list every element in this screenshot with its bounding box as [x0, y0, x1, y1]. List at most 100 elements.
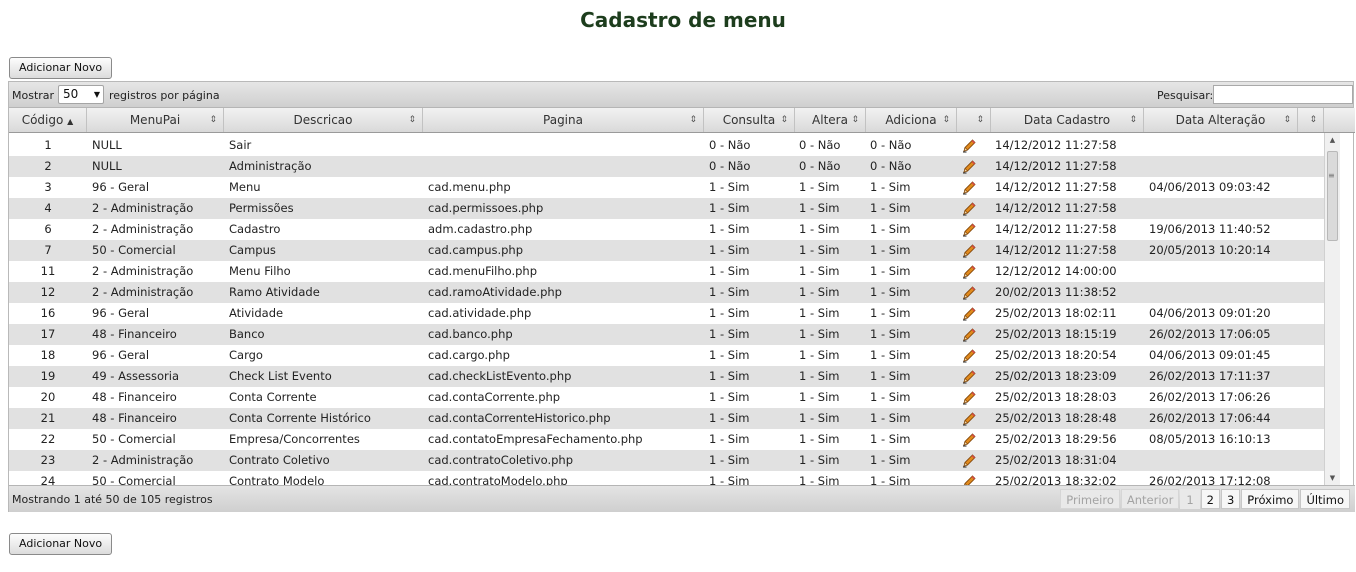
table-row[interactable]: 1 NULL Sair 0 - Não 0 - Não 0 - Não 14/12/2012…: [9, 135, 1324, 156]
pager-page-3[interactable]: 3: [1220, 489, 1241, 509]
table-row[interactable]: 2 NULL Administração 0 - Não 0 - Não 0 - Não 1…: [9, 156, 1324, 177]
pencil-icon[interactable]: [961, 411, 977, 427]
cell-data-cadastro: 25/02/2013 18:20:54: [995, 348, 1117, 362]
grip-icon: ≡: [1328, 171, 1335, 180]
cell-data-alteracao: 26/02/2013 17:11:37: [1149, 369, 1271, 383]
scrollbar-thumb[interactable]: [1327, 151, 1338, 241]
pencil-icon[interactable]: [961, 327, 977, 343]
col-header-label: Data Cadastro: [1023, 113, 1111, 127]
add-new-button-bottom[interactable]: Adicionar Novo: [9, 533, 113, 555]
table-row[interactable]: 7 50 - Comercial Campus cad.campus.php 1 - S…: [9, 240, 1324, 261]
sort-arrows-icon: ⇕: [209, 115, 217, 125]
table-row[interactable]: 12 2 - Administração Ramo Atividade cad.ram…: [9, 282, 1324, 303]
table-row[interactable]: 22 50 - Comercial Empresa/Concorrentes cad.…: [9, 429, 1324, 450]
cell-altera: 1 - Sim: [799, 285, 840, 299]
datatable-wrapper: Mostrar 50 ▼ registros por página Pesqui…: [8, 81, 1355, 512]
cell-data-cadastro: 14/12/2012 11:27:58: [995, 138, 1117, 152]
pencil-icon[interactable]: [961, 180, 977, 196]
col-header-menupai[interactable]: MenuPai ⇕: [87, 108, 224, 132]
pager-first[interactable]: Primeiro: [1060, 489, 1120, 509]
table-row[interactable]: 6 2 - Administração Cadastro adm.cadastro.p…: [9, 219, 1324, 240]
pencil-icon[interactable]: [961, 390, 977, 406]
pencil-icon[interactable]: [961, 453, 977, 469]
pencil-icon[interactable]: [961, 306, 977, 322]
cell-pagina: cad.ramoAtividade.php: [428, 285, 562, 299]
search-label: Pesquisar:: [1157, 89, 1214, 102]
pencil-icon[interactable]: [961, 222, 977, 238]
col-header-altera[interactable]: Altera ⇕: [795, 108, 866, 132]
table-row[interactable]: 11 2 - Administração Menu Filho cad.menuFil…: [9, 261, 1324, 282]
cell-descricao: Empresa/Concorrentes: [229, 432, 360, 446]
sort-arrows-icon: ⇕: [408, 115, 416, 125]
search-input[interactable]: [1213, 85, 1353, 104]
pencil-icon[interactable]: [961, 432, 977, 448]
table-row[interactable]: 3 96 - Geral Menu cad.menu.php 1 - Sim 1 - Si…: [9, 177, 1324, 198]
pager-page-2[interactable]: 2: [1200, 489, 1220, 509]
cell-pagina: adm.cadastro.php: [428, 222, 533, 236]
cell-data-cadastro: 12/12/2012 14:00:00: [995, 264, 1117, 278]
table-row[interactable]: 21 48 - Financeiro Conta Corrente Históric…: [9, 408, 1324, 429]
cell-pagina: cad.atividade.php: [428, 306, 532, 320]
cell-data-alteracao: 04/06/2013 09:01:45: [1149, 348, 1271, 362]
cell-altera: 0 - Não: [799, 138, 841, 152]
add-new-button-top[interactable]: Adicionar Novo: [9, 57, 113, 79]
cell-adiciona: 1 - Sim: [870, 474, 911, 485]
cell-codigo: 3: [44, 180, 52, 194]
col-header-data-cadastro[interactable]: Data Cadastro ⇕: [991, 108, 1144, 132]
table-row[interactable]: 24 50 - Comercial Contrato Modelo cad.contr…: [9, 471, 1324, 485]
pencil-icon[interactable]: [961, 138, 977, 154]
scroll-up-icon[interactable]: ▲: [1325, 133, 1340, 147]
cell-descricao: Contrato Modelo: [229, 474, 325, 485]
table-row[interactable]: 4 2 - Administração Permissões cad.permisso…: [9, 198, 1324, 219]
cell-altera: 1 - Sim: [799, 327, 840, 341]
pager-last[interactable]: Último: [1300, 489, 1350, 509]
cell-descricao: Menu: [229, 180, 261, 194]
col-header-pagina[interactable]: Pagina ⇕: [423, 108, 704, 132]
pager-page-1[interactable]: 1: [1180, 489, 1200, 509]
cell-adiciona: 1 - Sim: [870, 306, 911, 320]
cell-adiciona: 1 - Sim: [870, 201, 911, 215]
cell-adiciona: 0 - Não: [870, 138, 912, 152]
cell-consulta: 1 - Sim: [709, 369, 750, 383]
col-header-codigo[interactable]: Código ▲: [9, 108, 87, 132]
pencil-icon[interactable]: [961, 285, 977, 301]
table-row[interactable]: 19 49 - Assessoria Check List Evento cad.ch…: [9, 366, 1324, 387]
sort-arrows-icon: ⇕: [851, 115, 859, 125]
cell-codigo: 22: [40, 432, 56, 446]
col-header-consulta[interactable]: Consulta ⇕: [704, 108, 795, 132]
col-header-edit[interactable]: ⇕: [957, 108, 991, 132]
col-header-descricao[interactable]: Descricao ⇕: [224, 108, 423, 132]
col-header-label: Consulta: [722, 113, 776, 127]
vertical-scrollbar[interactable]: ▲ ≡ ▼: [1324, 133, 1340, 485]
cell-consulta: 1 - Sim: [709, 348, 750, 362]
pencil-icon[interactable]: [961, 264, 977, 280]
cell-codigo: 17: [40, 327, 56, 341]
cell-adiciona: 1 - Sim: [870, 285, 911, 299]
table-row[interactable]: 18 96 - Geral Cargo cad.cargo.php 1 - Sim 1 -…: [9, 345, 1324, 366]
col-header-data-alteracao[interactable]: Data Alteração ⇕: [1144, 108, 1298, 132]
pencil-icon[interactable]: [961, 201, 977, 217]
pencil-icon[interactable]: [961, 474, 977, 485]
table-row[interactable]: 23 2 - Administração Contrato Coletivo cad.…: [9, 450, 1324, 471]
table-row[interactable]: 17 48 - Financeiro Banco cad.banco.php 1 - S…: [9, 324, 1324, 345]
pencil-icon[interactable]: [961, 369, 977, 385]
cell-menupai: 2 - Administração: [92, 201, 194, 215]
cell-data-alteracao: 19/06/2013 11:40:52: [1149, 222, 1271, 236]
table-row[interactable]: 20 48 - Financeiro Conta Corrente cad.conta…: [9, 387, 1324, 408]
cell-menupai: 2 - Administração: [92, 285, 194, 299]
col-header-extra[interactable]: ⇕: [1298, 108, 1324, 132]
pencil-icon[interactable]: [961, 348, 977, 364]
col-header-adiciona[interactable]: Adiciona ⇕: [866, 108, 957, 132]
col-header-label: Código: [21, 113, 64, 127]
scroll-down-icon[interactable]: ▼: [1325, 471, 1340, 485]
page-length-select[interactable]: 50 ▼: [58, 85, 104, 104]
page-length-value: 50: [63, 87, 79, 101]
pencil-icon[interactable]: [961, 243, 977, 259]
table-row[interactable]: 16 96 - Geral Atividade cad.atividade.php 1 …: [9, 303, 1324, 324]
cell-codigo: 6: [44, 222, 52, 236]
pencil-icon[interactable]: [961, 159, 977, 175]
cell-adiciona: 1 - Sim: [870, 369, 911, 383]
pager-next[interactable]: Próximo: [1241, 489, 1300, 509]
cell-data-cadastro: 20/02/2013 11:38:52: [995, 285, 1117, 299]
pager-previous[interactable]: Anterior: [1120, 489, 1180, 509]
